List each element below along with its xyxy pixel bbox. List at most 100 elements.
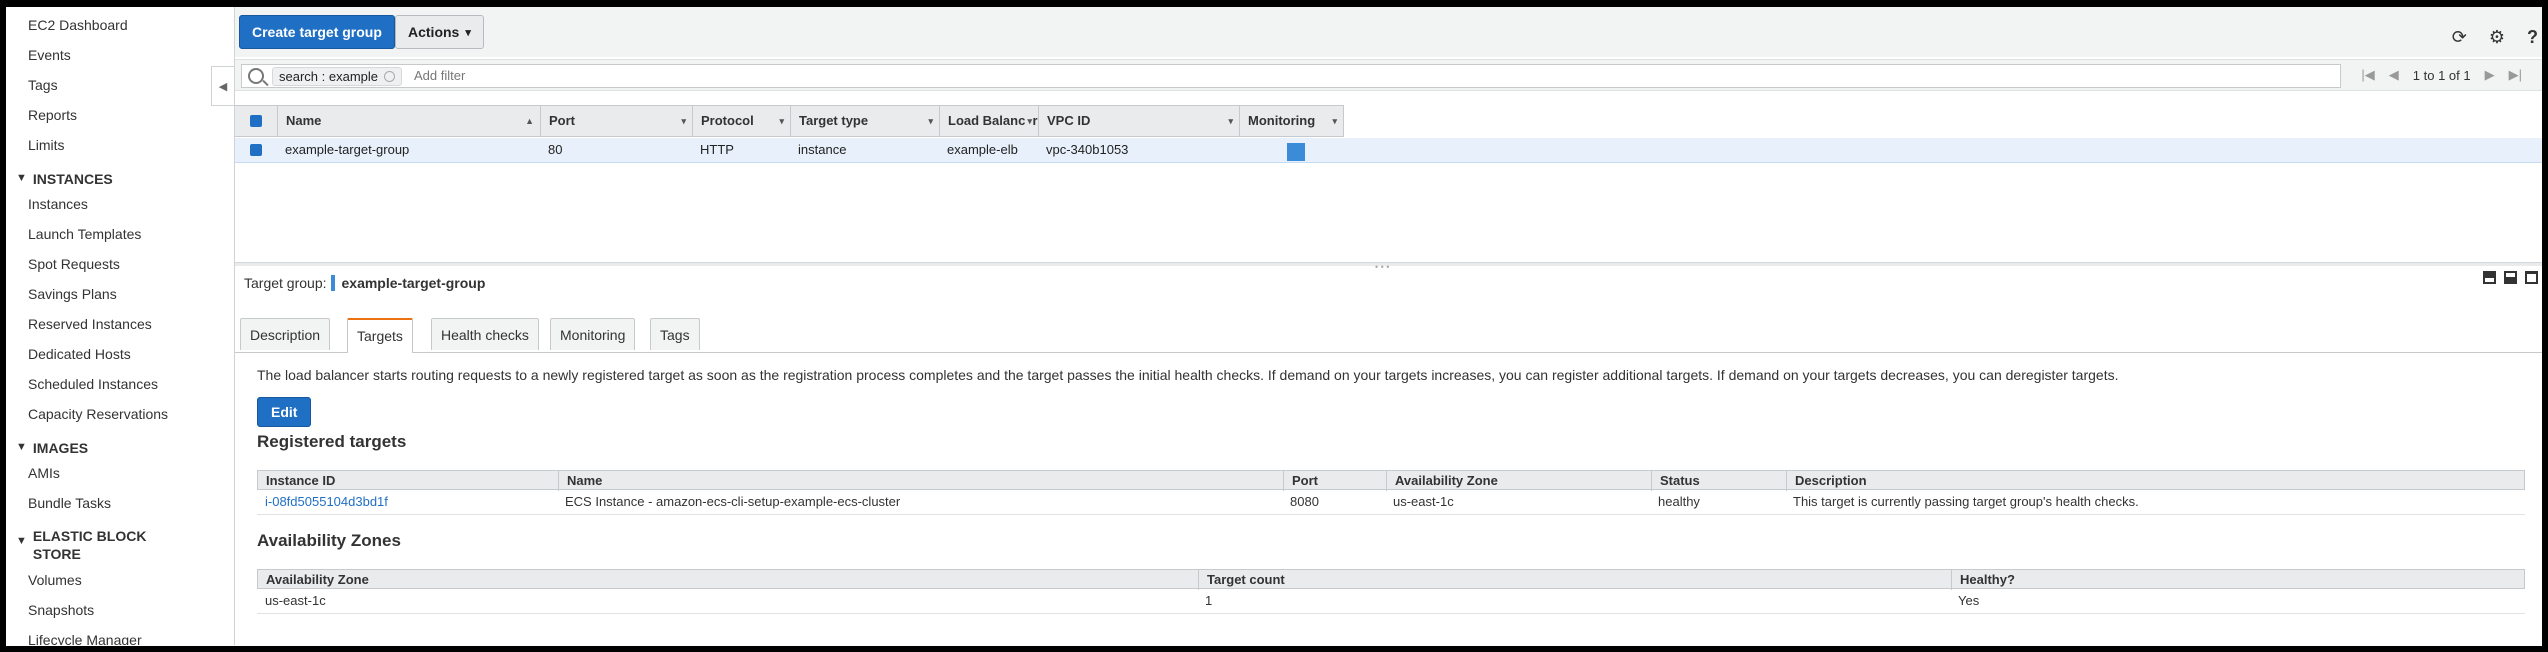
- sidebar-item-bundle-tasks[interactable]: Bundle Tasks: [28, 495, 111, 511]
- sidebar-item-reserved-instances[interactable]: Reserved Instances: [28, 316, 152, 332]
- chevron-down-icon: ▾: [465, 26, 471, 39]
- column-header-target-type[interactable]: Target type ▾: [790, 106, 939, 136]
- tab-monitoring[interactable]: Monitoring: [550, 318, 636, 350]
- chevron-down-icon: ▾: [779, 116, 784, 126]
- maximize-panel-icon[interactable]: [2525, 271, 2538, 284]
- sidebar: EC2 Dashboard Events Tags Reports Limits…: [6, 7, 235, 645]
- column-header-name[interactable]: Name ▲: [277, 106, 540, 136]
- color-swatch: [330, 275, 335, 291]
- registered-targets-header: Instance ID Name Port Availability Zone …: [257, 470, 2525, 491]
- sidebar-item-tags[interactable]: Tags: [28, 77, 58, 93]
- column-header-description: Description: [1786, 471, 1867, 491]
- split-bottom-icon[interactable]: [2483, 271, 2496, 284]
- sidebar-item-limits[interactable]: Limits: [28, 137, 65, 153]
- column-header-target-count: Target count: [1198, 570, 1285, 590]
- cell-target-count: 1: [1205, 593, 1213, 608]
- cell-protocol: HTTP: [700, 142, 734, 157]
- last-page-icon[interactable]: ▶|: [2509, 67, 2522, 83]
- pager-text: 1 to 1 of 1: [2412, 67, 2471, 83]
- tab-targets[interactable]: Targets: [347, 318, 413, 353]
- availability-zones-header: Availability Zone Target count Healthy?: [257, 569, 2525, 590]
- cell-load-balancer: example-elb: [947, 142, 1018, 157]
- column-header-port: Port: [1283, 471, 1318, 491]
- instance-id-link[interactable]: i-08fd5055104d3bd1f: [257, 492, 388, 512]
- add-filter-placeholder[interactable]: Add filter: [414, 68, 465, 83]
- column-header-name: Name: [558, 471, 602, 491]
- column-header-port[interactable]: Port ▾: [540, 106, 692, 136]
- row-checkbox[interactable]: [250, 144, 262, 156]
- toolbar: Create target group Actions ▾ ⟳ ⚙ ?: [235, 7, 2542, 57]
- create-target-group-button[interactable]: Create target group: [239, 15, 395, 49]
- cell-target-az: us-east-1c: [1393, 494, 1454, 509]
- cell-target-name: ECS Instance - amazon-ecs-cli-setup-exam…: [565, 494, 901, 509]
- cell-target-description: This target is currently passing target …: [1793, 494, 2139, 509]
- targets-help-text: The load balancer starts routing request…: [257, 367, 2119, 383]
- sidebar-item-amis[interactable]: AMIs: [28, 465, 60, 481]
- cell-target-port: 8080: [1290, 494, 1319, 509]
- split-top-icon[interactable]: [2504, 271, 2517, 284]
- sidebar-section-elastic-block-store[interactable]: ▼ ELASTIC BLOCK STORE: [16, 527, 146, 563]
- chevron-down-icon: ▾: [1025, 106, 1032, 136]
- filter-bar: search : example Add filter |◀ ◀ 1 to 1 …: [235, 59, 2542, 91]
- refresh-icon[interactable]: ⟳: [2452, 27, 2467, 48]
- availability-zones-title: Availability Zones: [257, 531, 401, 550]
- first-page-icon[interactable]: |◀: [2361, 67, 2374, 83]
- remove-token-icon[interactable]: [384, 71, 395, 82]
- gear-icon[interactable]: ⚙: [2489, 27, 2505, 48]
- cell-vpc-id: vpc-340b1053: [1046, 142, 1129, 157]
- sidebar-item-dedicated-hosts[interactable]: Dedicated Hosts: [28, 346, 131, 362]
- tab-description[interactable]: Description: [240, 318, 331, 350]
- expand-triangle-icon: ▼: [16, 172, 27, 184]
- tab-tags[interactable]: Tags: [650, 318, 700, 350]
- table-row[interactable]: example-target-group 80 HTTP instance ex…: [235, 138, 2542, 163]
- monitoring-icon[interactable]: [1287, 143, 1305, 161]
- sidebar-section-instances[interactable]: ▼ INSTANCES: [16, 170, 113, 188]
- sidebar-collapse-toggle[interactable]: ◀: [211, 66, 234, 106]
- cell-healthy: Yes: [1958, 593, 1980, 608]
- column-header-protocol[interactable]: Protocol ▾: [692, 106, 790, 136]
- sidebar-item-spot-requests[interactable]: Spot Requests: [28, 256, 120, 272]
- column-header-availability-zone: Availability Zone: [1386, 471, 1498, 491]
- tab-health-checks[interactable]: Health checks: [431, 318, 539, 350]
- search-input[interactable]: search : example Add filter: [241, 64, 2341, 88]
- prev-page-icon[interactable]: ◀: [2389, 67, 2399, 83]
- help-icon[interactable]: ?: [2527, 27, 2538, 48]
- detail-title-prefix: Target group:: [244, 275, 327, 291]
- expand-triangle-icon: ▼: [16, 441, 27, 453]
- column-header-vpc-id[interactable]: VPC ID ▾: [1038, 106, 1239, 136]
- sidebar-item-launch-templates[interactable]: Launch Templates: [28, 226, 141, 242]
- sidebar-item-savings-plans[interactable]: Savings Plans: [28, 286, 117, 302]
- sidebar-item-volumes[interactable]: Volumes: [28, 572, 82, 588]
- sidebar-item-events[interactable]: Events: [28, 47, 71, 63]
- cell-az: us-east-1c: [265, 593, 326, 608]
- filter-token[interactable]: search : example: [272, 67, 402, 86]
- column-header-availability-zone: Availability Zone: [266, 572, 369, 587]
- expand-triangle-icon: ▼: [16, 535, 27, 547]
- select-all-checkbox[interactable]: [250, 115, 262, 127]
- panel-view-toggles: [2483, 271, 2538, 284]
- cell-port: 80: [548, 142, 563, 157]
- actions-label: Actions: [408, 24, 460, 40]
- sidebar-item-reports[interactable]: Reports: [28, 107, 77, 123]
- next-page-icon[interactable]: ▶: [2485, 67, 2495, 83]
- sidebar-item-snapshots[interactable]: Snapshots: [28, 602, 94, 618]
- sidebar-item-capacity-reservations[interactable]: Capacity Reservations: [28, 406, 168, 422]
- column-header-monitoring[interactable]: Monitoring ▾: [1239, 106, 1344, 136]
- sidebar-item-lifecycle-manager[interactable]: Lifecycle Manager: [28, 632, 142, 645]
- chevron-down-icon: ▾: [1332, 116, 1337, 126]
- detail-tabs: Description Targets Health checks Monito…: [235, 312, 2542, 353]
- sidebar-item-scheduled-instances[interactable]: Scheduled Instances: [28, 376, 158, 392]
- pagination: |◀ ◀ 1 to 1 of 1 ▶ ▶|: [2361, 67, 2522, 83]
- edit-button[interactable]: Edit: [257, 397, 312, 427]
- chevron-down-icon: ▾: [681, 116, 686, 126]
- sidebar-section-label-line2: STORE: [32, 546, 81, 562]
- column-header-instance-id: Instance ID: [266, 473, 336, 488]
- column-header-load-balancer[interactable]: Load Balancer ▾: [939, 106, 1038, 136]
- drag-handle-icon[interactable]: • • •: [1375, 262, 1389, 272]
- actions-dropdown[interactable]: Actions ▾: [395, 15, 484, 49]
- sidebar-section-images[interactable]: ▼ IMAGES: [16, 439, 88, 457]
- chevron-down-icon: ▾: [928, 116, 933, 126]
- sidebar-item-ec2-dashboard[interactable]: EC2 Dashboard: [28, 17, 128, 33]
- sidebar-item-instances[interactable]: Instances: [28, 196, 88, 212]
- detail-title: Target group: example-target-group: [244, 275, 485, 291]
